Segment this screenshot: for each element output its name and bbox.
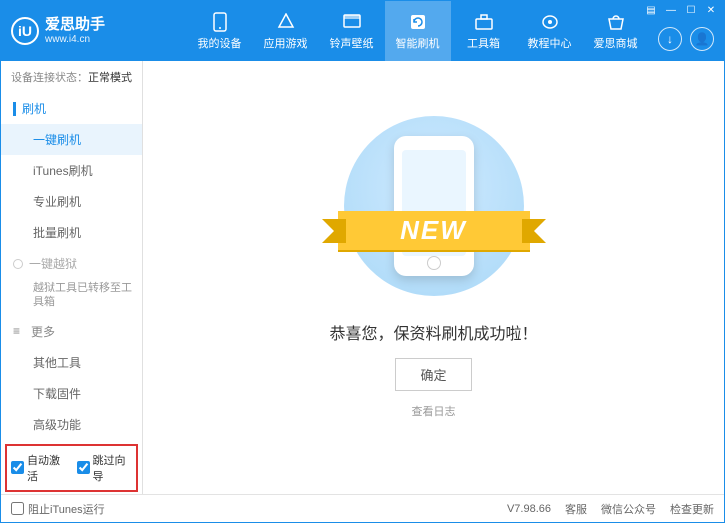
update-link[interactable]: 检查更新 (670, 501, 714, 517)
phone-graphic (394, 136, 474, 276)
nav-label: 教程中心 (528, 35, 572, 51)
nav-apps[interactable]: 应用游戏 (253, 1, 319, 61)
section-label: 更多 (31, 323, 55, 340)
user-button[interactable]: 👤 (690, 27, 714, 51)
sidebar-item-advanced[interactable]: 高级功能 (1, 409, 142, 440)
logo-text: 爱思助手 www.i4.cn (45, 17, 105, 45)
success-illustration: NEW (344, 116, 524, 296)
sidebar-item-other-tools[interactable]: 其他工具 (1, 347, 142, 378)
section-icon (13, 102, 16, 116)
nav-wallpaper[interactable]: 铃声壁纸 (319, 1, 385, 61)
support-link[interactable]: 客服 (565, 501, 587, 517)
sidebar-item-pro-flash[interactable]: 专业刷机 (1, 186, 142, 217)
download-button[interactable]: ↓ (658, 27, 682, 51)
status-label: 设备连接状态： (11, 72, 88, 84)
nav-label: 智能刷机 (396, 35, 440, 51)
phone-icon (210, 12, 230, 32)
app-title: 爱思助手 (45, 17, 105, 34)
logo: iU 爱思助手 www.i4.cn (11, 17, 121, 45)
sidebar-item-onekey-flash[interactable]: 一键刷机 (1, 124, 142, 155)
new-ribbon: NEW (338, 211, 530, 250)
tutorial-icon (540, 12, 560, 32)
device-status: 设备连接状态：正常模式 (1, 61, 142, 93)
nav-label: 应用游戏 (264, 35, 308, 51)
nav-flash[interactable]: 智能刷机 (385, 1, 451, 61)
flash-icon (408, 12, 428, 32)
nav-tutorial[interactable]: 教程中心 (517, 1, 583, 61)
titlebar: iU 爱思助手 www.i4.cn 我的设备 应用游戏 铃声壁纸 智能刷机 (1, 1, 724, 61)
header-right-icons: ↓ 👤 (658, 27, 714, 51)
main-content: NEW 恭喜您，保资料刷机成功啦！ 确定 查看日志 (143, 61, 724, 494)
lock-icon (13, 259, 23, 269)
menu-button[interactable]: ▤ (644, 5, 658, 16)
checkbox-skip-guide[interactable]: 跳过向导 (77, 452, 133, 484)
apps-icon (276, 12, 296, 32)
status-value: 正常模式 (88, 72, 132, 84)
nav-label: 工具箱 (467, 35, 500, 51)
wallpaper-icon (342, 12, 362, 32)
sidebar-item-batch-flash[interactable]: 批量刷机 (1, 217, 142, 248)
app-url: www.i4.cn (45, 34, 105, 45)
statusbar-right: V7.98.66 客服 微信公众号 检查更新 (507, 501, 714, 517)
view-log-link[interactable]: 查看日志 (412, 403, 456, 419)
checkbox-block-itunes[interactable]: 阻止iTunes运行 (11, 501, 105, 517)
maximize-button[interactable]: ☐ (684, 5, 698, 16)
section-jailbreak[interactable]: 一键越狱 (1, 248, 142, 279)
wechat-link[interactable]: 微信公众号 (601, 501, 656, 517)
section-more[interactable]: ≡ 更多 (1, 316, 142, 347)
toolbox-icon (474, 12, 494, 32)
close-button[interactable]: ✕ (704, 5, 718, 16)
hamburger-icon: ≡ (13, 324, 25, 338)
ok-button[interactable]: 确定 (395, 358, 471, 391)
sidebar-item-download-firmware[interactable]: 下载固件 (1, 378, 142, 409)
sidebar-item-itunes-flash[interactable]: iTunes刷机 (1, 155, 142, 186)
checkbox-label: 阻止iTunes运行 (28, 501, 105, 517)
navbar: 我的设备 应用游戏 铃声壁纸 智能刷机 工具箱 教程中心 (121, 1, 714, 61)
section-label: 一键越狱 (29, 255, 77, 272)
checkbox-input[interactable] (11, 461, 24, 474)
nav-label: 爱思商城 (594, 35, 638, 51)
nav-my-device[interactable]: 我的设备 (187, 1, 253, 61)
store-icon (606, 12, 626, 32)
options-highlighted: 自动激活 跳过向导 (5, 444, 138, 492)
ribbon-text: NEW (338, 211, 530, 250)
checkbox-auto-activate[interactable]: 自动激活 (11, 452, 67, 484)
minimize-button[interactable]: — (664, 5, 678, 16)
checkbox-label: 跳过向导 (93, 452, 133, 484)
checkbox-input[interactable] (11, 502, 24, 515)
section-label: 刷机 (22, 100, 46, 117)
checkbox-label: 自动激活 (27, 452, 67, 484)
jailbreak-note: 越狱工具已转移至工具箱 (1, 279, 142, 316)
version-label: V7.98.66 (507, 503, 551, 515)
section-flash[interactable]: 刷机 (1, 93, 142, 124)
nav-label: 铃声壁纸 (330, 35, 374, 51)
nav-label: 我的设备 (198, 35, 242, 51)
nav-toolbox[interactable]: 工具箱 (451, 1, 517, 61)
nav-store[interactable]: 爱思商城 (583, 1, 649, 61)
checkbox-input[interactable] (77, 461, 90, 474)
window-controls: ▤ — ☐ ✕ (644, 5, 718, 16)
app-window: iU 爱思助手 www.i4.cn 我的设备 应用游戏 铃声壁纸 智能刷机 (0, 0, 725, 523)
success-message: 恭喜您，保资料刷机成功啦！ (329, 320, 537, 344)
statusbar-left: 阻止iTunes运行 (11, 501, 105, 517)
sidebar: 设备连接状态：正常模式 刷机 一键刷机 iTunes刷机 专业刷机 批量刷机 一… (1, 61, 143, 494)
logo-icon: iU (11, 17, 39, 45)
body: 设备连接状态：正常模式 刷机 一键刷机 iTunes刷机 专业刷机 批量刷机 一… (1, 61, 724, 494)
statusbar: 阻止iTunes运行 V7.98.66 客服 微信公众号 检查更新 (1, 494, 724, 522)
